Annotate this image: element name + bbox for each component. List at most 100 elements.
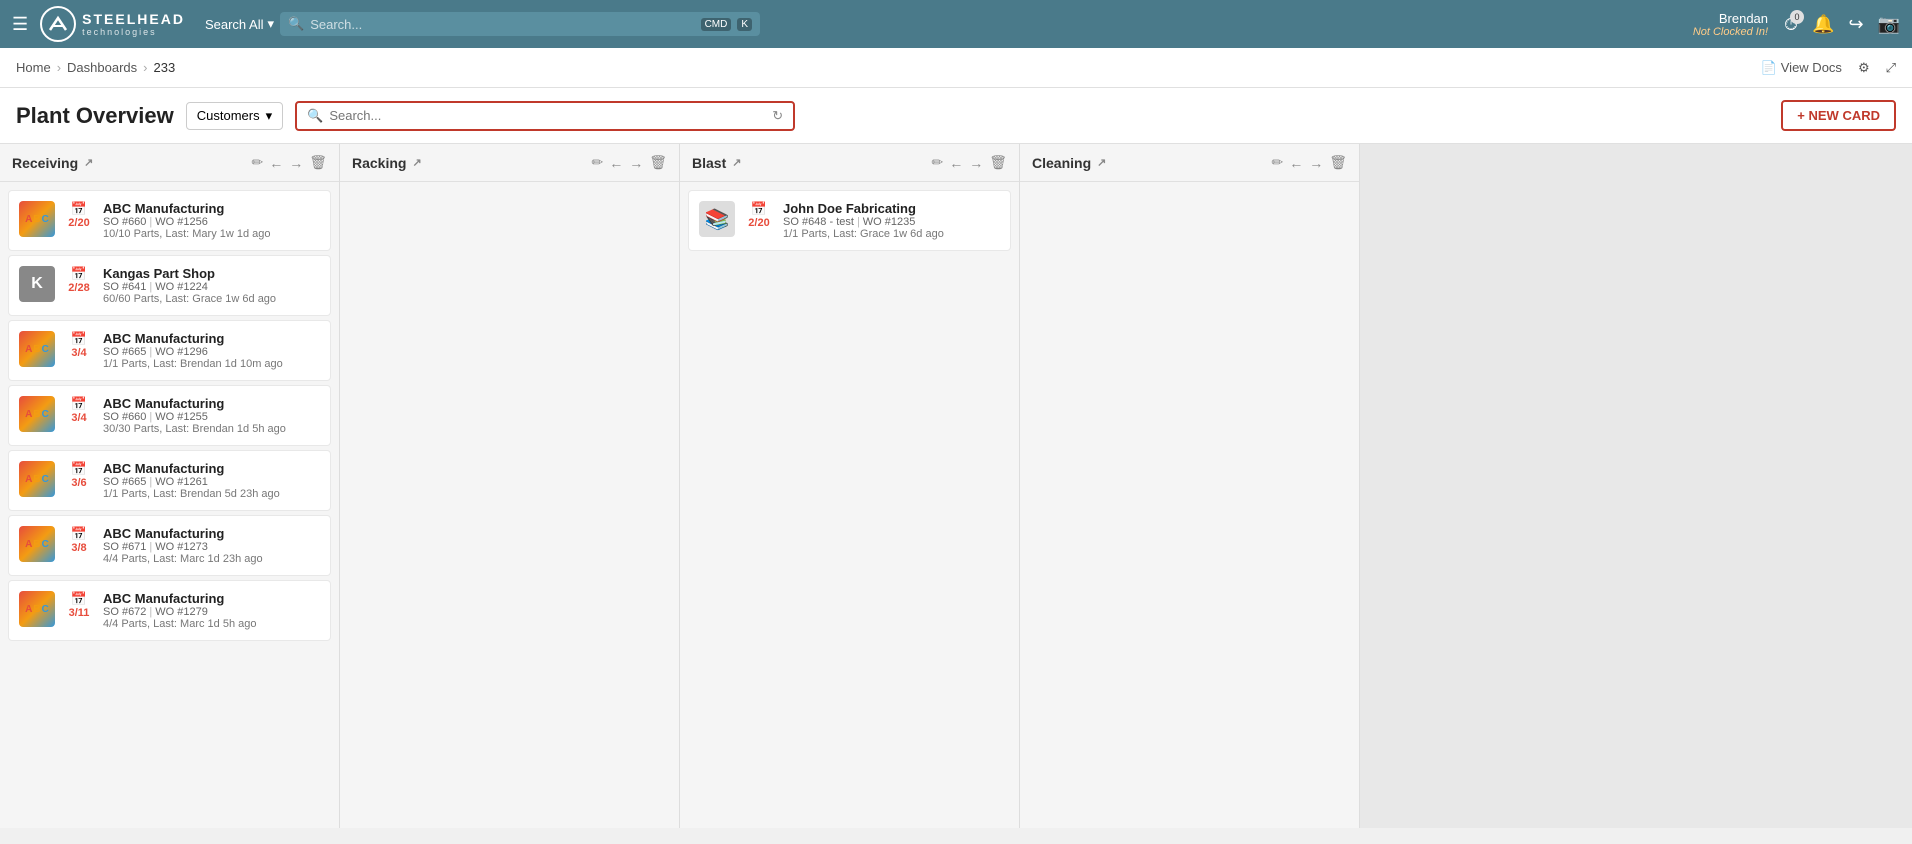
card-content: John Doe Fabricating SO #648 - test|WO #… — [783, 201, 1000, 240]
column-body-blast: 📚 📅 2/20 John Doe Fabricating SO #648 - … — [680, 182, 1019, 828]
arrow-left-icon[interactable]: ← — [269, 155, 283, 171]
edit-icon[interactable]: ✏ — [1271, 154, 1283, 171]
kanban-card[interactable]: ABC 📅 3/4 ABC Manufacturing SO #660|WO #… — [8, 385, 331, 446]
edit-icon[interactable]: ✏ — [931, 154, 943, 171]
view-docs-button[interactable]: 📄 View Docs — [1761, 60, 1842, 76]
calendar-icon: 📅 — [71, 461, 87, 477]
column-body-cleaning — [1020, 182, 1359, 828]
arrow-left-icon[interactable]: ← — [949, 155, 963, 171]
timer-badge: 0 — [1790, 10, 1804, 24]
delete-icon[interactable]: 🗑 — [649, 154, 667, 171]
column-actions-blast: ✏ ← → 🗑 — [931, 154, 1007, 171]
breadcrumb-sep-2: › — [143, 60, 147, 75]
card-so-wo: SO #672|WO #1279 — [103, 606, 320, 618]
view-docs-label: View Docs — [1781, 60, 1842, 75]
breadcrumb-bar: Home › Dashboards › 233 📄 View Docs ⚙ ⤢ — [0, 48, 1912, 88]
chevron-down-icon: ▾ — [266, 108, 273, 124]
arrow-right-icon[interactable]: → — [629, 155, 643, 171]
card-date: 3/4 — [71, 412, 86, 424]
refresh-icon[interactable]: ↻ — [772, 108, 783, 124]
logo-brand: STEELHEAD — [82, 11, 185, 27]
kanban-card[interactable]: ABC 📅 3/4 ABC Manufacturing SO #665|WO #… — [8, 320, 331, 381]
camera-icon[interactable]: 📷 — [1878, 14, 1900, 35]
search-all-button[interactable]: Search All ▾ — [205, 16, 274, 32]
external-link-icon[interactable]: ↗ — [1097, 156, 1106, 169]
calendar-icon: 📅 — [71, 331, 87, 347]
column-title-cleaning: Cleaning ↗ — [1032, 155, 1265, 171]
calendar-icon: 📅 — [71, 201, 87, 217]
new-card-button[interactable]: + NEW CARD — [1781, 100, 1896, 131]
kanban-card[interactable]: ABC 📅 3/6 ABC Manufacturing SO #665|WO #… — [8, 450, 331, 511]
card-content: Kangas Part Shop SO #641|WO #1224 60/60 … — [103, 266, 320, 305]
customers-filter-button[interactable]: Customers ▾ — [186, 102, 283, 130]
hamburger-menu[interactable]: ☰ — [12, 14, 28, 35]
external-link-icon[interactable]: ↗ — [84, 156, 93, 169]
card-company-name: ABC Manufacturing — [103, 331, 320, 346]
arrow-left-icon[interactable]: ← — [1289, 155, 1303, 171]
page-title: Plant Overview — [16, 103, 174, 129]
card-date-badge: 📅 3/4 — [63, 396, 95, 424]
avatar: ABC — [19, 591, 55, 627]
avatar: ABC — [19, 461, 55, 497]
breadcrumb-dashboards[interactable]: Dashboards — [67, 60, 137, 75]
edit-icon[interactable]: ✏ — [251, 154, 263, 171]
card-date-badge: 📅 2/20 — [743, 201, 775, 229]
card-so-wo: SO #648 - test|WO #1235 — [783, 216, 1000, 228]
card-parts-info: 4/4 Parts, Last: Marc 1d 23h ago — [103, 553, 320, 565]
kanban-card[interactable]: K 📅 2/28 Kangas Part Shop SO #641|WO #12… — [8, 255, 331, 316]
column-racking: Racking ↗ ✏ ← → 🗑 — [340, 144, 680, 828]
avatar: K — [19, 266, 55, 302]
delete-icon[interactable]: 🗑 — [1329, 154, 1347, 171]
timer-icon[interactable]: ⏱ 0 — [1784, 14, 1798, 35]
user-info: Brendan Not Clocked In! — [1693, 11, 1768, 38]
card-date-badge: 📅 3/8 — [63, 526, 95, 554]
arrow-right-icon[interactable]: → — [969, 155, 983, 171]
card-so-wo: SO #660|WO #1255 — [103, 411, 320, 423]
arrow-right-icon[interactable]: → — [1309, 155, 1323, 171]
card-parts-info: 1/1 Parts, Last: Grace 1w 6d ago — [783, 228, 1000, 240]
card-parts-info: 30/30 Parts, Last: Brendan 1d 5h ago — [103, 423, 320, 435]
card-so-wo: SO #665|WO #1261 — [103, 476, 320, 488]
filter-search-input[interactable] — [329, 108, 766, 123]
card-date: 2/28 — [68, 282, 89, 294]
chevron-down-icon: ▾ — [267, 16, 274, 32]
external-link-icon[interactable]: ↗ — [732, 156, 741, 169]
breadcrumb: Home › Dashboards › 233 — [16, 60, 175, 75]
card-company-name: Kangas Part Shop — [103, 266, 320, 281]
delete-icon[interactable]: 🗑 — [989, 154, 1007, 171]
settings-button[interactable]: ⚙ — [1858, 60, 1870, 76]
card-parts-info: 60/60 Parts, Last: Grace 1w 6d ago — [103, 293, 320, 305]
search-area: Search All ▾ 🔍 CMD K — [205, 12, 760, 36]
kanban-card[interactable]: ABC 📅 3/8 ABC Manufacturing SO #671|WO #… — [8, 515, 331, 576]
logout-icon[interactable]: ↪ — [1848, 14, 1863, 35]
external-link-icon[interactable]: ↗ — [412, 156, 421, 169]
card-date-badge: 📅 3/4 — [63, 331, 95, 359]
user-status: Not Clocked In! — [1693, 26, 1768, 38]
arrow-right-icon[interactable]: → — [289, 155, 303, 171]
card-date: 3/8 — [71, 542, 86, 554]
card-so-wo: SO #660|WO #1256 — [103, 216, 320, 228]
calendar-icon: 📅 — [71, 591, 87, 607]
filter-search-icon: 🔍 — [307, 108, 323, 124]
column-blast: Blast ↗ ✏ ← → 🗑 📚 📅 2/20 John Doe Fabric… — [680, 144, 1020, 828]
column-receiving: Receiving ↗ ✏ ← → 🗑 ABC 📅 2/20 ABC Manuf… — [0, 144, 340, 828]
delete-icon[interactable]: 🗑 — [309, 154, 327, 171]
card-so-wo: SO #671|WO #1273 — [103, 541, 320, 553]
kanban-card[interactable]: 📚 📅 2/20 John Doe Fabricating SO #648 - … — [688, 190, 1011, 251]
calendar-icon: 📅 — [751, 201, 767, 217]
gear-icon: ⚙ — [1858, 60, 1870, 76]
breadcrumb-home[interactable]: Home — [16, 60, 51, 75]
card-date-badge: 📅 3/11 — [63, 591, 95, 619]
search-icon: 🔍 — [288, 16, 304, 32]
expand-button[interactable]: ⤢ — [1886, 60, 1896, 76]
global-search-input[interactable] — [310, 17, 694, 32]
arrow-left-icon[interactable]: ← — [609, 155, 623, 171]
breadcrumb-sep-1: › — [57, 60, 61, 75]
kbd-cmd: CMD — [701, 18, 732, 31]
notification-icon[interactable]: 🔔 — [1812, 14, 1834, 35]
card-parts-info: 10/10 Parts, Last: Mary 1w 1d ago — [103, 228, 320, 240]
kanban-card[interactable]: ABC 📅 3/11 ABC Manufacturing SO #672|WO … — [8, 580, 331, 641]
breadcrumb-current: 233 — [153, 60, 175, 75]
edit-icon[interactable]: ✏ — [591, 154, 603, 171]
kanban-card[interactable]: ABC 📅 2/20 ABC Manufacturing SO #660|WO … — [8, 190, 331, 251]
